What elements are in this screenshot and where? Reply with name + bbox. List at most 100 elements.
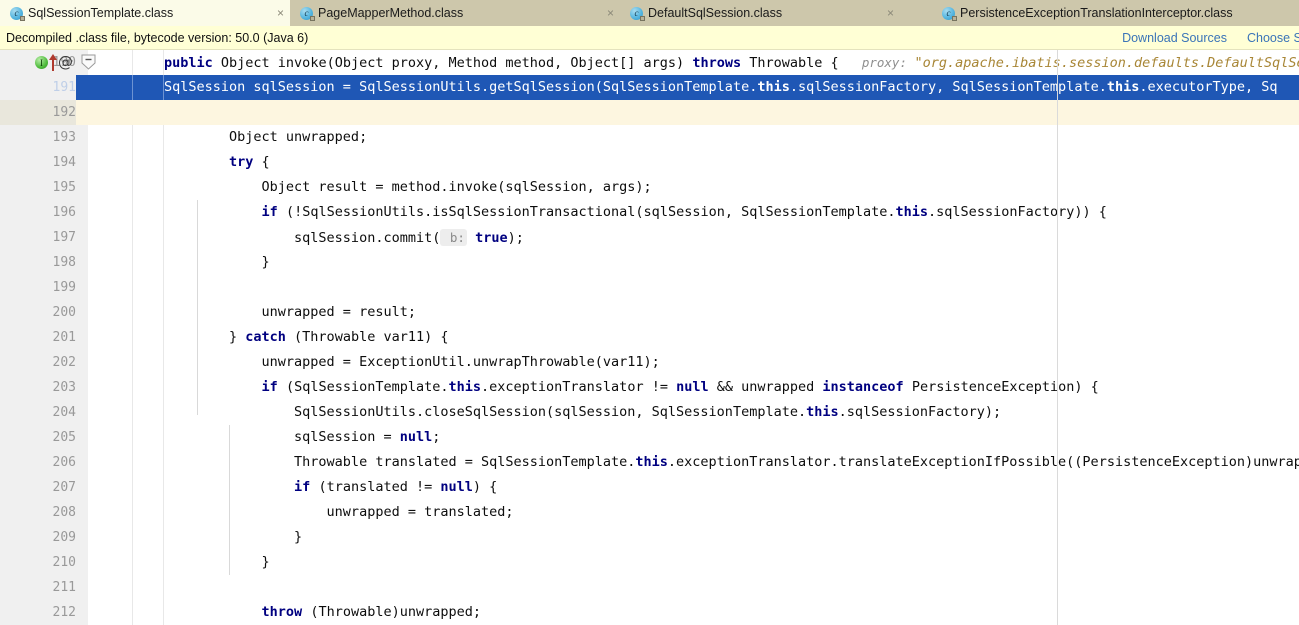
run-gutter-icon[interactable]: I xyxy=(35,56,48,69)
code-line[interactable]: 202 unwrapped = ExceptionUtil.unwrapThro… xyxy=(0,350,1299,375)
line-number: 203 xyxy=(52,380,76,395)
code-token: instanceof xyxy=(822,379,904,395)
java-class-icon: c xyxy=(630,6,645,21)
code-token: (translated != xyxy=(310,479,441,495)
choose-sources-link[interactable]: Choose Sources xyxy=(1247,31,1299,45)
tab-label: SqlSessionTemplate.class xyxy=(28,6,174,20)
code-token: { xyxy=(253,154,270,170)
right-margin-guide xyxy=(1057,50,1058,625)
code-line[interactable]: 210 } xyxy=(0,550,1299,575)
code-token: (Throwable var11) { xyxy=(285,329,449,345)
code-text: SqlSessionUtils.closeSqlSession(sqlSessi… xyxy=(164,400,1001,425)
code-line[interactable]: 208 unwrapped = translated; xyxy=(0,500,1299,525)
download-sources-link[interactable]: Download Sources xyxy=(1122,31,1227,45)
code-line[interactable]: 200 unwrapped = result; xyxy=(0,300,1299,325)
line-number: 204 xyxy=(52,405,76,420)
tab-label: PageMapperMethod.class xyxy=(318,6,464,20)
code-text: throw (Throwable)unwrapped; xyxy=(164,600,481,625)
code-token: } xyxy=(164,529,303,545)
line-number: 197 xyxy=(52,230,76,245)
code-token: (Throwable)unwrapped; xyxy=(302,604,481,620)
selection-seam xyxy=(132,75,133,100)
code-text: try { xyxy=(164,150,270,175)
java-class-icon: c xyxy=(10,6,25,21)
code-token: } xyxy=(164,254,270,270)
tab-persistence-exception-translation-interceptor[interactable]: c PersistenceExceptionTranslationInterce… xyxy=(900,0,1299,26)
line-number: 208 xyxy=(52,505,76,520)
code-token: this xyxy=(1106,79,1140,95)
code-token: throws xyxy=(692,55,742,71)
java-class-icon: c xyxy=(942,6,957,21)
code-token: ) { xyxy=(472,479,498,495)
code-line[interactable]: 212 throw (Throwable)unwrapped; xyxy=(0,600,1299,625)
code-text: sqlSession = null; xyxy=(164,425,440,450)
tab-sql-session-template[interactable]: c SqlSessionTemplate.class × xyxy=(0,0,290,26)
close-icon[interactable]: × xyxy=(597,6,614,20)
code-text: sqlSession.commit( b: true); xyxy=(164,225,524,251)
line-number: 202 xyxy=(52,355,76,370)
fold-collapse-icon[interactable] xyxy=(81,54,96,71)
code-token: this xyxy=(806,404,839,420)
code-token: Object unwrapped; xyxy=(164,129,368,145)
override-arrow-icon[interactable] xyxy=(49,54,57,71)
code-line[interactable]: 211 xyxy=(0,575,1299,600)
code-line[interactable]: 199 xyxy=(0,275,1299,300)
code-line[interactable]: 205 sqlSession = null; xyxy=(0,425,1299,450)
code-token: Throwable { xyxy=(741,55,847,71)
tab-default-sql-session[interactable]: c DefaultSqlSession.class × xyxy=(620,0,900,26)
code-line[interactable]: 207 if (translated != null) { xyxy=(0,475,1299,500)
tab-page-mapper-method[interactable]: c PageMapperMethod.class × xyxy=(290,0,620,26)
code-text: SqlSession sqlSession = SqlSessionUtils.… xyxy=(164,75,1278,100)
code-token: true xyxy=(475,230,508,246)
line-number: 210 xyxy=(52,555,76,570)
line-number: 198 xyxy=(52,255,76,270)
code-token: SqlSessionUtils.closeSqlSession(sqlSessi… xyxy=(164,404,807,420)
close-icon[interactable]: × xyxy=(267,6,284,20)
line-number: 206 xyxy=(52,455,76,470)
code-token: if xyxy=(261,204,278,220)
line-number: 195 xyxy=(52,180,76,195)
code-token: } xyxy=(164,329,246,345)
code-text: Throwable translated = SqlSessionTemplat… xyxy=(164,450,1299,475)
editor-tab-bar: c SqlSessionTemplate.class × c PageMappe… xyxy=(0,0,1299,26)
code-token: .sqlSessionFactory)) { xyxy=(928,204,1107,220)
code-line[interactable]: 201 } catch (Throwable var11) { xyxy=(0,325,1299,350)
code-line[interactable]: 206 Throwable translated = SqlSessionTem… xyxy=(0,450,1299,475)
notification-message: Decompiled .class file, bytecode version… xyxy=(6,30,309,45)
code-editor[interactable]: 190 public Object invoke(Object proxy, Me… xyxy=(0,50,1299,625)
code-line[interactable]: 190 public Object invoke(Object proxy, Me… xyxy=(0,50,1299,75)
code-token: b: xyxy=(440,229,467,246)
code-token: public xyxy=(164,55,213,71)
line-number: 191 xyxy=(0,75,76,100)
line-number: 201 xyxy=(52,330,76,345)
code-line[interactable]: 203 if (SqlSessionTemplate.this.exceptio… xyxy=(0,375,1299,400)
code-line[interactable]: 209 } xyxy=(0,525,1299,550)
code-line[interactable]: 197 sqlSession.commit( b: true); xyxy=(0,225,1299,250)
code-line[interactable]: 196 if (!SqlSessionUtils.isSqlSessionTra… xyxy=(0,200,1299,225)
code-token: this xyxy=(895,204,929,220)
code-text: unwrapped = result; xyxy=(164,300,416,325)
code-line[interactable]: 195 Object result = method.invoke(sqlSes… xyxy=(0,175,1299,200)
code-text: if (SqlSessionTemplate.this.exceptionTra… xyxy=(164,375,1099,400)
code-token: SqlSession sqlSession = SqlSessionUtils.… xyxy=(164,79,758,95)
annotation-at-icon: @ xyxy=(58,53,73,71)
line-number: 196 xyxy=(52,205,76,220)
code-token: "org.apache.ibatis.session.defaults.Defa… xyxy=(914,55,1299,71)
code-line[interactable]: 194 try { xyxy=(0,150,1299,175)
code-line[interactable]: 191 SqlSession sqlSession = SqlSessionUti… xyxy=(0,75,1299,100)
code-token: this xyxy=(448,379,482,395)
code-text: if (!SqlSessionUtils.isSqlSessionTransac… xyxy=(164,200,1107,225)
code-line[interactable]: 193 Object unwrapped; xyxy=(0,125,1299,150)
line-number: 200 xyxy=(52,305,76,320)
code-token: (!SqlSessionUtils.isSqlSessionTransactio… xyxy=(277,204,896,220)
code-line[interactable]: 204 SqlSessionUtils.closeSqlSession(sqlS… xyxy=(0,400,1299,425)
code-text: } xyxy=(164,550,270,575)
close-icon[interactable]: × xyxy=(877,6,894,20)
code-line[interactable]: 198 } xyxy=(0,250,1299,275)
code-line[interactable]: 192 xyxy=(0,100,1299,125)
code-text: unwrapped = translated; xyxy=(164,500,514,525)
